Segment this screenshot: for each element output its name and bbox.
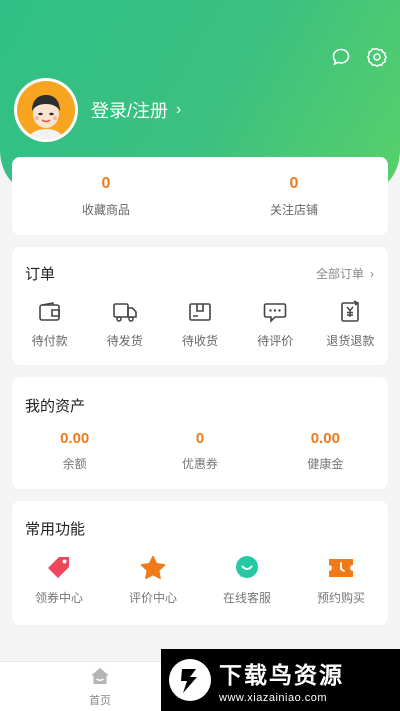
favorite-products-label: 收藏商品	[81, 203, 130, 217]
watermark-banner: 下载鸟资源 www.xiazainiao.com	[161, 649, 400, 711]
truck-icon	[87, 300, 162, 324]
service-icon	[200, 555, 294, 581]
order-refund-label: 退货退款	[326, 334, 375, 348]
favorite-products-count: 0	[101, 175, 111, 192]
order-pending-review[interactable]: 待评价	[238, 300, 313, 349]
order-pending-receipt-label: 待收货	[182, 334, 219, 348]
coupon-tag-icon	[12, 555, 106, 581]
review-center[interactable]: 评价中心	[106, 555, 200, 606]
health-fund-value: 0.00	[310, 430, 340, 447]
coupon-center[interactable]: 领券中心	[12, 555, 106, 606]
coupon-center-label: 领券中心	[34, 591, 83, 605]
functions-title: 常用功能	[25, 521, 86, 538]
order-refund[interactable]: 退货退款	[313, 300, 388, 349]
online-service[interactable]: 在线客服	[200, 555, 294, 606]
avatar-illustration	[29, 95, 63, 139]
watermark-title: 下载鸟资源	[219, 662, 344, 688]
reserve-purchase-label: 预约购买	[316, 591, 365, 605]
order-pending-shipment[interactable]: 待发货	[87, 300, 162, 349]
order-pending-shipment-label: 待发货	[106, 334, 143, 348]
chevron-right-icon: ›	[176, 101, 182, 118]
favorite-products[interactable]: 0 收藏商品	[12, 157, 200, 235]
tab-home-label: 首页	[89, 695, 111, 707]
all-orders-label: 全部订单	[315, 267, 364, 281]
reserve-purchase[interactable]: 预约购买	[294, 555, 388, 606]
header-actions	[330, 46, 388, 68]
chevron-right-icon: ›	[370, 266, 374, 281]
order-pending-payment[interactable]: 待付款	[12, 300, 87, 349]
orders-card: 订单 全部订单 › 待付款 待发货 待收货 待评价 退货退款	[12, 247, 388, 365]
health-fund-label: 健康金	[307, 457, 344, 471]
profile-section: 登录/注册 ›	[14, 78, 181, 142]
coupons-label: 优惠券	[181, 457, 218, 471]
refund-icon	[313, 300, 388, 324]
order-pending-receipt[interactable]: 待收货	[162, 300, 237, 349]
followed-shops[interactable]: 0 关注店铺	[200, 157, 388, 235]
asset-coupons[interactable]: 0 优惠券	[137, 430, 262, 472]
balance-label: 余额	[62, 457, 87, 471]
asset-balance[interactable]: 0.00 余额	[12, 430, 137, 472]
balance-value: 0.00	[60, 430, 90, 447]
login-label: 登录/注册	[91, 101, 169, 121]
ticket-icon	[294, 555, 388, 581]
star-icon	[106, 555, 200, 581]
followed-shops-count: 0	[289, 175, 299, 192]
avatar[interactable]	[14, 78, 78, 142]
box-icon	[162, 300, 237, 324]
tab-home[interactable]: 首页	[72, 666, 128, 708]
chat-icon[interactable]	[330, 46, 352, 68]
assets-title: 我的资产	[25, 398, 86, 415]
order-pending-payment-label: 待付款	[31, 334, 68, 348]
all-orders-link[interactable]: 全部订单 ›	[316, 265, 374, 282]
home-icon	[91, 668, 109, 684]
online-service-label: 在线客服	[222, 591, 271, 605]
watermark-url: www.xiazainiao.com	[219, 692, 328, 704]
settings-icon[interactable]	[366, 46, 388, 68]
common-functions-card: 常用功能 领券中心 评价中心 在线客服 预约购买	[12, 501, 388, 625]
assets-card: 我的资产 0.00 余额 0 优惠券 0.00 健康金	[12, 377, 388, 489]
favorites-card: 0 收藏商品 0 关注店铺	[12, 157, 388, 235]
watermark-logo	[169, 659, 211, 701]
comment-icon	[238, 300, 313, 324]
review-center-label: 评价中心	[128, 591, 177, 605]
coupons-value: 0	[195, 430, 205, 447]
asset-health-fund[interactable]: 0.00 健康金	[263, 430, 388, 472]
orders-title: 订单	[25, 266, 56, 283]
order-pending-review-label: 待评价	[257, 334, 294, 348]
followed-shops-label: 关注店铺	[269, 203, 318, 217]
login-register-link[interactable]: 登录/注册 ›	[91, 97, 181, 123]
wallet-icon	[12, 300, 87, 324]
